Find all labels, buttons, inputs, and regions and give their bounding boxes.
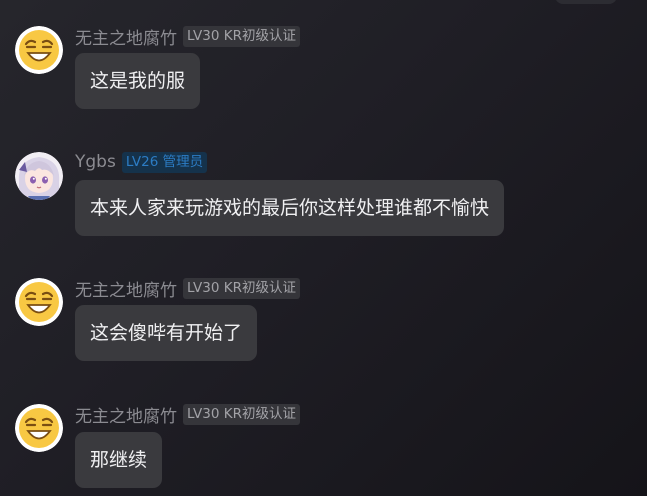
avatar[interactable]: [15, 278, 63, 326]
message-header: 无主之地腐竹 LV30 KR初级认证: [75, 402, 300, 427]
laughing-emoji-icon: [15, 26, 63, 74]
laughing-emoji-icon: [15, 278, 63, 326]
username[interactable]: Ygbs: [75, 152, 116, 172]
avatar[interactable]: [15, 404, 63, 452]
message-bubble[interactable]: 这是我的服: [75, 53, 201, 109]
anime-girl-icon: [15, 152, 63, 200]
message-bubble[interactable]: 那继续: [75, 432, 163, 488]
level-badge: LV30 KR初级认证: [183, 25, 300, 47]
previous-message-edge: [555, 0, 617, 4]
avatar[interactable]: [15, 26, 63, 74]
message-header: 无主之地腐竹 LV30 KR初级认证: [75, 24, 300, 49]
level-badge: LV30 KR初级认证: [183, 277, 300, 299]
message-header: Ygbs LV26 管理员: [75, 151, 208, 173]
message-header: 无主之地腐竹 LV30 KR初级认证: [75, 276, 300, 301]
admin-badge: LV26 管理员: [121, 151, 208, 173]
avatar[interactable]: [15, 152, 63, 200]
username[interactable]: 无主之地腐竹: [75, 402, 177, 427]
laughing-emoji-icon: [15, 404, 63, 452]
username[interactable]: 无主之地腐竹: [75, 276, 177, 301]
username[interactable]: 无主之地腐竹: [75, 24, 177, 49]
level-badge: LV30 KR初级认证: [183, 403, 300, 425]
message-bubble[interactable]: 这会傻哔有开始了: [75, 305, 258, 361]
message-bubble[interactable]: 本来人家来玩游戏的最后你这样处理谁都不愉快: [75, 180, 505, 236]
